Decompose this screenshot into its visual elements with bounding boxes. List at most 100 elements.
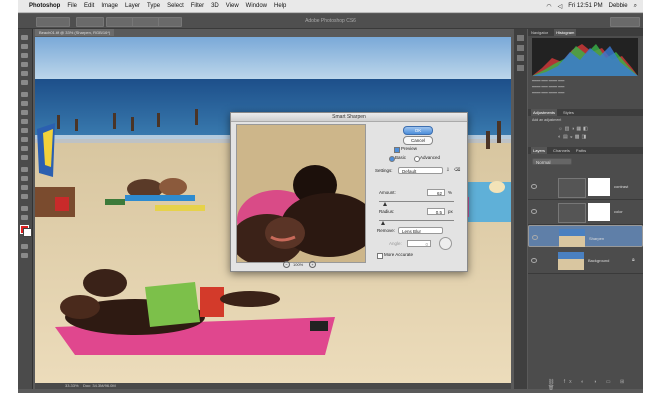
menu-filter[interactable]: Filter <box>191 3 204 9</box>
amount-field[interactable]: 62 <box>427 189 445 196</box>
clone-stamp-tool-icon[interactable] <box>21 110 28 115</box>
lock-icon: 🔒︎ <box>632 257 635 263</box>
menu-type[interactable]: Type <box>147 3 160 9</box>
properties-panel-icon[interactable] <box>517 45 524 51</box>
menu-view[interactable]: View <box>226 3 239 9</box>
tab-histogram[interactable]: Histogram <box>554 29 577 36</box>
angle-field[interactable]: 0 <box>407 240 431 247</box>
layer-row[interactable]: Background 🔒︎ <box>528 249 643 274</box>
zoom-out-icon[interactable]: − <box>283 261 290 268</box>
radius-field[interactable]: 0.5 <box>427 208 445 215</box>
gradient-tool-icon[interactable] <box>21 137 28 142</box>
settings-select[interactable]: Default <box>398 167 443 174</box>
wifi-icon[interactable]: ◠ <box>546 3 551 10</box>
crop-tool-icon[interactable] <box>21 71 28 76</box>
histogram-chart <box>532 44 638 76</box>
blur-tool-icon[interactable] <box>21 146 28 151</box>
layer-row-selected[interactable]: Sharpen <box>528 225 643 247</box>
lasso-tool-icon[interactable] <box>21 53 28 58</box>
option-control-1[interactable] <box>36 17 70 27</box>
radius-slider-knob[interactable] <box>380 221 385 225</box>
healing-tool-icon[interactable] <box>21 92 28 97</box>
document-tab[interactable]: Beach01.tif @ 33% (Sharpen, RGB/16*) <box>35 29 115 36</box>
brush-tool-icon[interactable] <box>21 101 28 106</box>
shape-tool-icon[interactable] <box>21 194 28 199</box>
layer-name[interactable]: contrast <box>614 184 628 189</box>
menu-window[interactable]: Window <box>246 3 267 9</box>
save-preset-icon[interactable]: ⇩ <box>446 167 450 173</box>
layer-mask-thumbnail[interactable] <box>588 203 610 221</box>
type-tool-icon[interactable] <box>21 176 28 181</box>
option-control-4[interactable] <box>132 17 160 27</box>
menu-image[interactable]: Image <box>101 3 118 9</box>
adjustment-icons-2[interactable]: ◐▤◒▩◨ <box>558 134 588 140</box>
visibility-eye-icon[interactable] <box>531 209 537 214</box>
layer-thumbnail <box>559 229 585 247</box>
visibility-eye-icon[interactable] <box>532 235 538 240</box>
quick-select-tool-icon[interactable] <box>21 62 28 67</box>
menu-select[interactable]: Select <box>167 3 184 9</box>
layer-row[interactable]: contrast <box>528 175 643 200</box>
layer-mask-thumbnail[interactable] <box>588 178 610 196</box>
move-tool-icon[interactable] <box>21 35 28 40</box>
adjustment-icons[interactable]: ☼▥◑▦◧ <box>558 126 590 132</box>
search-icon[interactable]: ⌕ <box>634 3 637 10</box>
menu-edit[interactable]: Edit <box>84 3 94 9</box>
dialog-preview[interactable] <box>236 124 366 263</box>
status-doc-size[interactable]: Doc: 34.3M/96.0M <box>83 383 116 388</box>
remove-select[interactable]: Lens Blur <box>398 227 443 234</box>
blend-mode-select[interactable]: Normal <box>532 158 572 165</box>
tab-navigator[interactable]: Navigator <box>531 29 548 36</box>
menu-help[interactable]: Help <box>274 3 286 9</box>
clock[interactable]: Fri 12:51 PM <box>568 3 602 9</box>
tab-paths[interactable]: Paths <box>576 147 586 154</box>
menu-photoshop[interactable]: Photoshop <box>29 3 60 9</box>
brush-panel-icon[interactable] <box>517 65 524 71</box>
hand-tool-icon[interactable] <box>21 206 28 211</box>
volume-icon[interactable]: ◁ <box>558 3 563 10</box>
user-name[interactable]: Debbie <box>609 3 628 9</box>
status-zoom[interactable]: 33.33% <box>65 383 79 388</box>
layer-row[interactable]: color <box>528 200 643 225</box>
path-select-tool-icon[interactable] <box>21 185 28 190</box>
amount-slider[interactable] <box>379 201 454 206</box>
zoom-tool-icon[interactable] <box>21 215 28 220</box>
layers-footer-icons[interactable]: ⛓ fx ◐ ◑ ▭ ⊞ 🗑︎ <box>548 379 643 391</box>
background-color-swatch[interactable] <box>23 228 32 237</box>
history-brush-tool-icon[interactable] <box>21 119 28 124</box>
more-accurate-checkbox[interactable] <box>377 253 383 259</box>
amount-slider-knob[interactable] <box>383 202 387 206</box>
layer-name[interactable]: Background <box>588 258 609 263</box>
pen-tool-icon[interactable] <box>21 167 28 172</box>
menu-file[interactable]: File <box>67 3 77 9</box>
tab-layers[interactable]: Layers <box>531 147 548 154</box>
tab-adjustments[interactable]: Adjustments <box>531 109 558 116</box>
option-control-3[interactable] <box>106 17 134 27</box>
info-panel-icon[interactable] <box>517 55 524 61</box>
dodge-tool-icon[interactable] <box>21 155 28 160</box>
screen-mode-icon[interactable] <box>21 253 28 258</box>
history-panel-icon[interactable] <box>517 35 524 41</box>
zoom-in-icon[interactable]: + <box>309 261 316 268</box>
menu-layer[interactable]: Layer <box>125 3 140 9</box>
tab-styles[interactable]: Styles <box>563 109 574 116</box>
visibility-eye-icon[interactable] <box>531 258 537 263</box>
tab-channels[interactable]: Channels <box>553 147 570 154</box>
visibility-eye-icon[interactable] <box>531 184 537 189</box>
layer-name[interactable]: color <box>614 209 623 214</box>
cancel-button[interactable]: Cancel <box>403 136 433 145</box>
ok-button[interactable]: OK <box>403 126 433 135</box>
layer-name[interactable]: Sharpen <box>589 235 604 242</box>
radius-slider[interactable] <box>379 220 454 225</box>
preview-checkbox[interactable] <box>394 147 400 153</box>
delete-preset-icon[interactable]: ⌫ <box>454 167 460 173</box>
quick-mask-icon[interactable] <box>21 244 28 249</box>
menu-3d[interactable]: 3D <box>211 3 219 9</box>
eraser-tool-icon[interactable] <box>21 128 28 133</box>
option-control-5[interactable] <box>158 17 182 27</box>
angle-dial-icon[interactable] <box>439 237 452 250</box>
eyedropper-tool-icon[interactable] <box>21 80 28 85</box>
workspace-switcher[interactable] <box>610 17 640 27</box>
marquee-tool-icon[interactable] <box>21 44 28 49</box>
option-control-2[interactable] <box>76 17 104 27</box>
